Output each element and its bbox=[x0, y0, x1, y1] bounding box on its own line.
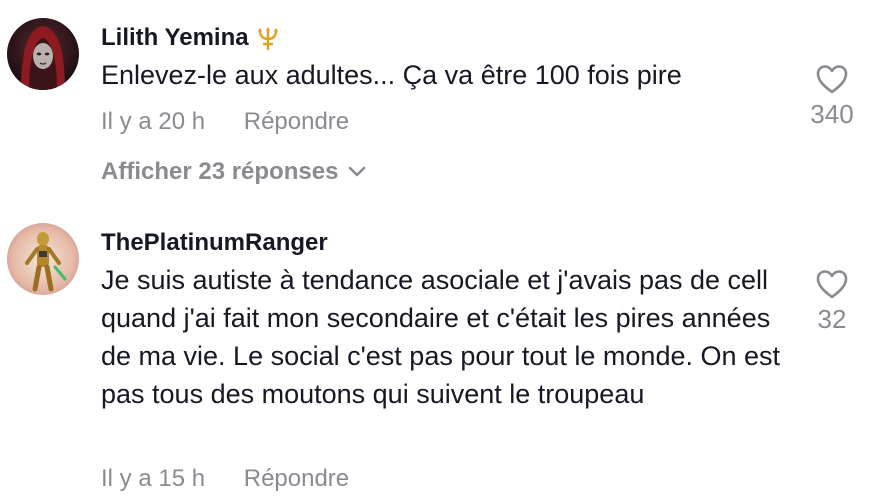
username-text[interactable]: Lilith Yemina bbox=[101, 24, 249, 52]
like-count: 32 bbox=[817, 304, 847, 334]
view-replies-button[interactable]: Afficher 23 réponses bbox=[101, 158, 366, 186]
comment-item: Lilith Yemina Enlevez-le aux adultes... … bbox=[0, 0, 892, 200]
comment-username[interactable]: Lilith Yemina bbox=[101, 24, 281, 52]
comment-item: ThePlatinumRanger Je suis autiste à tend… bbox=[0, 200, 892, 502]
chevron-down-icon bbox=[349, 166, 366, 177]
avatar[interactable] bbox=[7, 223, 79, 295]
like-button[interactable]: 340 bbox=[797, 63, 867, 130]
comment-text: Enlevez-le aux adultes... Ça va être 100… bbox=[101, 60, 682, 90]
reply-button[interactable]: Répondre bbox=[244, 465, 349, 492]
username-text[interactable]: ThePlatinumRanger bbox=[101, 229, 328, 257]
comment-text: Je suis autiste à tendance asociale et j… bbox=[101, 265, 781, 409]
comment-meta: Il y a 20 h Répondre bbox=[101, 108, 349, 136]
view-replies-label[interactable]: Afficher 23 réponses bbox=[101, 158, 338, 186]
reply-button[interactable]: Répondre bbox=[244, 108, 349, 135]
comment-username[interactable]: ThePlatinumRanger bbox=[101, 229, 328, 257]
comment-meta: Il y a 15 h Répondre bbox=[101, 465, 349, 493]
heart-icon bbox=[816, 270, 848, 299]
like-button[interactable]: 32 bbox=[797, 268, 867, 335]
like-count: 340 bbox=[810, 99, 854, 129]
avatar[interactable] bbox=[7, 18, 79, 90]
heart-icon bbox=[816, 65, 848, 94]
comment-time: Il y a 20 h bbox=[101, 108, 206, 135]
comment-time: Il y a 15 h bbox=[101, 465, 206, 492]
trident-icon bbox=[255, 25, 281, 51]
